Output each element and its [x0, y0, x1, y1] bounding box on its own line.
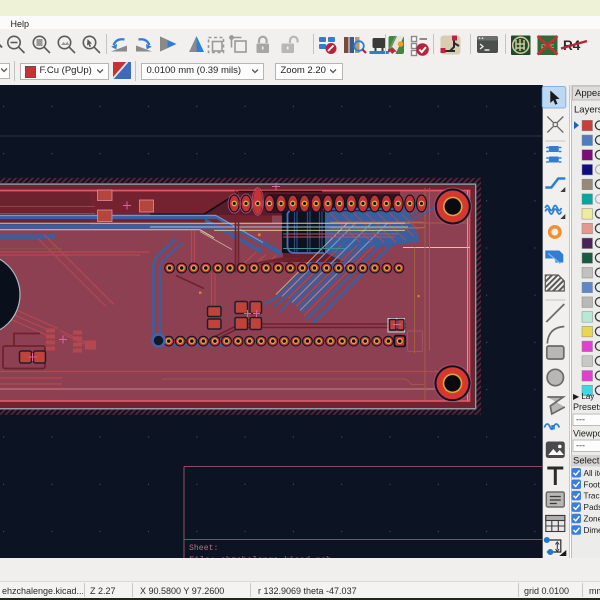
svg-text:Dime: Dime	[583, 526, 600, 535]
svg-text:Pads: Pads	[583, 503, 600, 512]
svg-text:---: ---	[576, 440, 585, 450]
svg-text:▶ Lay: ▶ Lay	[573, 392, 594, 401]
svg-text:Viewpor: Viewpor	[573, 428, 600, 438]
svg-text:Sheet:: Sheet:	[189, 542, 218, 552]
svg-text:Selectio: Selectio	[573, 455, 600, 466]
svg-text:Footp: Footp	[583, 480, 600, 489]
svg-text:Layers: Layers	[574, 104, 600, 115]
svg-text:Appear: Appear	[575, 88, 600, 99]
svg-text:Zone: Zone	[583, 514, 600, 523]
svg-text:Presets: Presets	[573, 402, 600, 412]
svg-text:Track: Track	[583, 491, 600, 500]
svg-text:---: ---	[576, 414, 585, 424]
svg-text:All ite: All ite	[583, 468, 600, 477]
